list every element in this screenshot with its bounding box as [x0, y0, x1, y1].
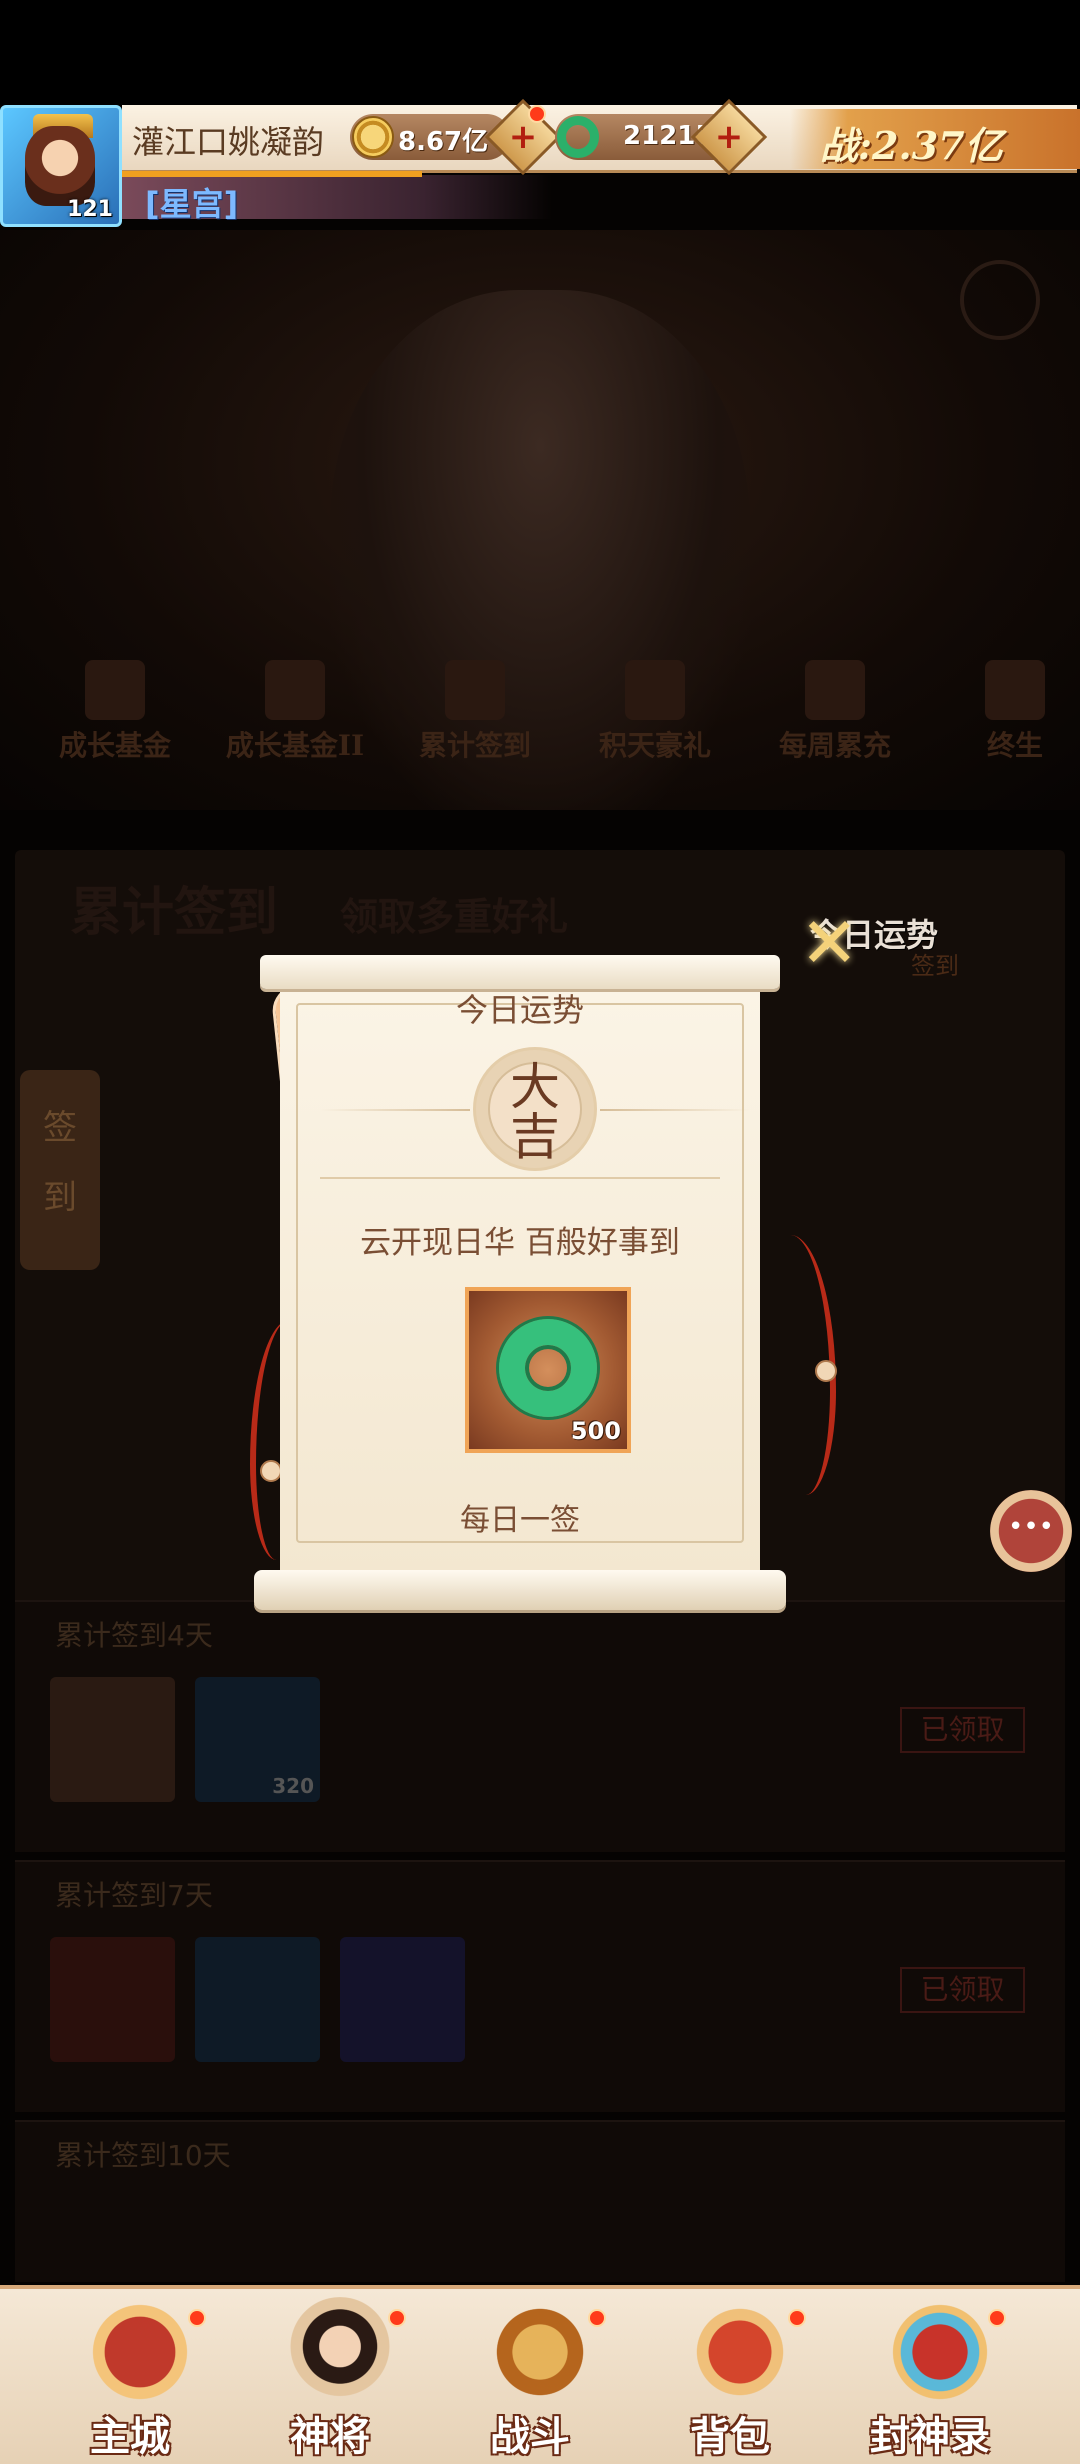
tab-lifetime[interactable]: 终生: [930, 660, 1080, 770]
reward-row: 累计签到4天 320 已领取: [15, 1600, 1065, 1852]
reward-row: 累计签到10天: [15, 2120, 1065, 2282]
gold-value: 8.67亿: [398, 127, 489, 157]
reward-item[interactable]: [50, 1937, 175, 2062]
nav-label: 背包: [690, 2413, 770, 2460]
fortune-char: 大: [510, 1058, 560, 1116]
item-count: 320: [272, 1774, 314, 1798]
tab-growth-fund[interactable]: 成长基金: [30, 660, 200, 770]
signin-icon: [445, 660, 505, 720]
player-avatar[interactable]: 121: [0, 105, 122, 227]
scroll-record-icon: [885, 2297, 995, 2407]
tab-label: 累计签到: [418, 729, 531, 762]
popup-title: 今日运势: [455, 991, 584, 1029]
notification-dot: [528, 105, 546, 123]
daily-draw-label: 每日一签: [460, 1503, 580, 1538]
reward-item[interactable]: [195, 1937, 320, 2062]
chat-bubble-icon: •••: [1007, 1512, 1054, 1542]
close-icon[interactable]: ✕: [800, 902, 859, 984]
plus-icon: +: [508, 117, 538, 157]
growth-fund-icon: [85, 660, 145, 720]
tab-label: 积天豪礼: [598, 729, 711, 762]
nav-label: 战斗: [490, 2413, 570, 2460]
hero-face: [25, 126, 95, 206]
back-button[interactable]: [960, 260, 1040, 340]
jade-icon: [557, 116, 599, 158]
scroll-top-rod: [260, 955, 780, 989]
side-tag-char: 签: [43, 1108, 77, 1148]
crossed-swords-icon: [485, 2297, 595, 2407]
side-tag-char: 到: [43, 1178, 77, 1218]
gift-icon: [625, 660, 685, 720]
bag-icon: [685, 2297, 795, 2407]
reward-item[interactable]: [340, 1937, 465, 2062]
growth-fund-2-icon: [265, 660, 325, 720]
reward-row: 累计签到7天 已领取: [15, 1860, 1065, 2112]
tab-cumulative-signin[interactable]: 累计签到: [390, 660, 560, 770]
nav-heroes[interactable]: 神将: [240, 2289, 420, 2464]
fortune-scroll-popup: 今日运势 大 吉 云开现日华 百般好事到 500 每日一签: [254, 955, 786, 1615]
top-black-bar: [0, 0, 1080, 105]
nav-label: 神将: [290, 2413, 370, 2460]
notification-dot: [588, 2309, 606, 2327]
panel-subheading: 领取多重好礼: [340, 894, 569, 939]
player-title: [星宫]: [145, 185, 239, 223]
signin-side-tag[interactable]: 签 到: [20, 1070, 100, 1270]
notification-dot: [388, 2309, 406, 2327]
jade-icon: [499, 1319, 597, 1417]
castle-icon: [85, 2297, 195, 2407]
scroll-bottom-rod: [254, 1570, 786, 1610]
nav-main-city[interactable]: 主城: [40, 2289, 220, 2464]
tab-label: 每周累充: [778, 729, 891, 762]
tab-label: 终生: [986, 729, 1043, 762]
fortune-seal: 大 吉: [473, 1047, 597, 1171]
claimed-badge: 已领取: [900, 1967, 1025, 2013]
reward-quantity: 500: [570, 1417, 621, 1445]
player-level: 121: [67, 197, 113, 222]
tassel-bead: [815, 1360, 837, 1382]
nav-deity-record[interactable]: 封神录: [840, 2289, 1020, 2464]
chat-button[interactable]: •••: [990, 1490, 1072, 1572]
gold-coin-icon: [352, 116, 394, 158]
event-tabs: 成长基金 成长基金II 累计签到 积天豪礼 每周累充 终生: [0, 660, 1080, 770]
tab-weekly-recharge[interactable]: 每周累充: [750, 660, 920, 770]
tab-label: 成长基金: [58, 729, 171, 762]
reward-item[interactable]: 320: [195, 1677, 320, 1802]
reward-item-jade[interactable]: 500: [465, 1287, 631, 1453]
row-title: 累计签到7天: [55, 1879, 213, 1912]
nav-label: 主城: [90, 2413, 170, 2460]
nav-battle[interactable]: 战斗: [440, 2289, 620, 2464]
plus-icon: +: [714, 117, 744, 157]
tab-label: 成长基金II: [225, 729, 365, 762]
decor-line: [320, 1109, 470, 1111]
fortune-char: 吉: [510, 1108, 560, 1166]
notification-dot: [988, 2309, 1006, 2327]
tab-growth-fund-2[interactable]: 成长基金II: [210, 660, 380, 770]
claimed-badge: 已领取: [900, 1707, 1025, 1753]
row-title: 累计签到4天: [55, 1619, 213, 1652]
divider: [320, 1177, 720, 1179]
hero-icon: [285, 2297, 395, 2407]
notification-dot: [188, 2309, 206, 2327]
decor-line: [600, 1109, 750, 1111]
tab-daily-gifts[interactable]: 积天豪礼: [570, 660, 740, 770]
row-title: 累计签到10天: [55, 2139, 231, 2172]
nav-label: 封神录: [870, 2413, 990, 2460]
bottom-nav: 主城 神将 战斗 背包 封神录: [0, 2285, 1080, 2464]
recharge-icon: [805, 660, 865, 720]
reward-item[interactable]: [50, 1677, 175, 1802]
player-name: 灌江口姚凝韵: [132, 123, 325, 161]
fortune-blessing: 云开现日华 百般好事到: [360, 1225, 680, 1261]
exp-bar: [122, 171, 422, 177]
nav-bag[interactable]: 背包: [640, 2289, 820, 2464]
panel-heading: 累计签到: [70, 882, 279, 943]
lifetime-icon: [985, 660, 1045, 720]
top-status-bar: 121 灌江口姚凝韵 8.67亿 + 21215 + 战:2.37亿 [星宫]: [0, 98, 1080, 230]
combat-power: 战:2.37亿: [820, 123, 1003, 168]
notification-dot: [788, 2309, 806, 2327]
